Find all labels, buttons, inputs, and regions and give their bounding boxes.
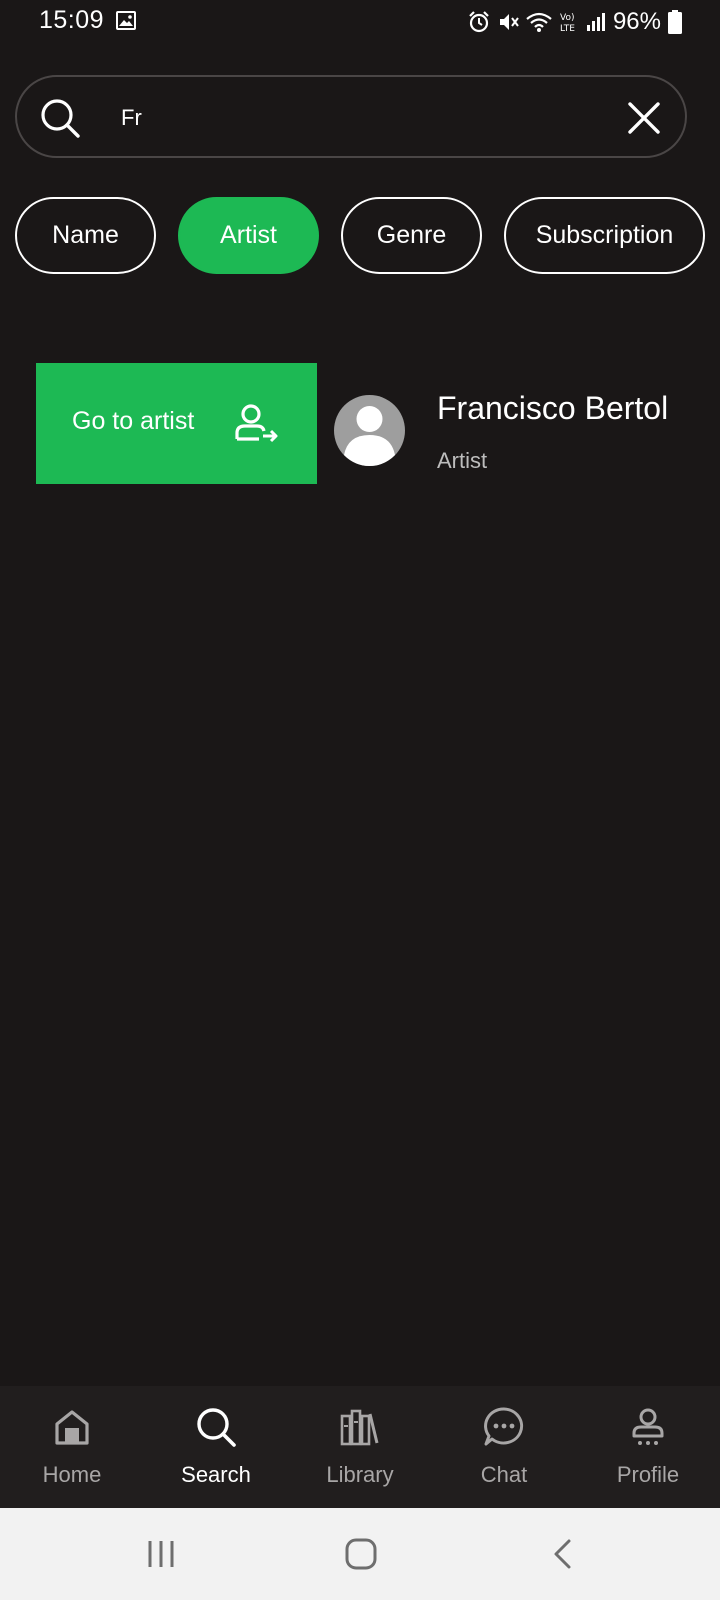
gallery-notification-icon bbox=[116, 11, 136, 30]
nav-label: Home bbox=[42, 1462, 102, 1487]
library-icon bbox=[340, 1409, 379, 1446]
signal-icon bbox=[586, 13, 605, 31]
search-bar bbox=[15, 75, 687, 158]
volte-icon: Vo) LTE bbox=[560, 13, 575, 34]
filter-chip-artist[interactable]: Artist bbox=[178, 197, 319, 274]
nav-item-search[interactable]: Search bbox=[144, 1386, 288, 1508]
result-type: Artist bbox=[437, 448, 488, 473]
battery-icon bbox=[668, 10, 682, 34]
status-icons: Vo) LTE 96% bbox=[468, 6, 682, 38]
home-button-icon[interactable] bbox=[343, 1538, 379, 1570]
nav-label: Profile bbox=[616, 1462, 680, 1487]
filter-chip-label: Genre bbox=[376, 221, 447, 249]
go-to-artist-label: Go to artist bbox=[72, 407, 195, 435]
nav-item-profile[interactable]: Profile bbox=[576, 1386, 720, 1508]
nav-label: Search bbox=[181, 1462, 251, 1487]
svg-text:LTE: LTE bbox=[560, 24, 575, 34]
chat-icon bbox=[484, 1407, 524, 1446]
filter-chip-name[interactable]: Name bbox=[15, 197, 156, 274]
nav-item-home[interactable]: Home bbox=[0, 1386, 144, 1508]
svg-text:Vo): Vo) bbox=[560, 13, 574, 23]
search-icon bbox=[41, 99, 80, 138]
result-name[interactable]: Francisco Bertol bbox=[437, 390, 668, 427]
mute-icon bbox=[499, 14, 519, 30]
go-to-artist-button[interactable]: Go to artist bbox=[36, 363, 317, 484]
alarm-icon bbox=[469, 11, 489, 33]
search-input[interactable] bbox=[119, 95, 623, 141]
wifi-icon bbox=[526, 12, 552, 32]
filter-chip-label: Name bbox=[52, 221, 119, 249]
home-icon bbox=[55, 1410, 89, 1445]
system-nav-bar bbox=[0, 1508, 720, 1600]
battery-percent: 96% bbox=[612, 8, 661, 35]
recent-apps-icon[interactable] bbox=[143, 1538, 179, 1570]
filter-chip-label: Subscription bbox=[535, 221, 674, 249]
filter-chip-subscription[interactable]: Subscription bbox=[504, 197, 705, 274]
back-icon[interactable] bbox=[545, 1538, 581, 1570]
nav-label: Chat bbox=[480, 1462, 528, 1487]
filter-chip-label: Artist bbox=[220, 221, 277, 249]
nav-item-chat[interactable]: Chat bbox=[432, 1386, 576, 1508]
search-screen: 15:09 Vo) LTE 96% Fr Name Artist Genre S… bbox=[0, 0, 720, 1600]
search-icon bbox=[197, 1408, 236, 1447]
bottom-nav: Home Search Library Chat Profile bbox=[0, 1386, 720, 1508]
status-time: 15:09 bbox=[39, 6, 105, 34]
close-icon[interactable] bbox=[625, 99, 663, 137]
status-bar: 15:09 Vo) LTE 96% bbox=[0, 0, 720, 44]
person-arrow-icon bbox=[235, 404, 278, 443]
avatar bbox=[334, 395, 405, 466]
nav-label: Library bbox=[326, 1462, 394, 1487]
profile-icon bbox=[632, 1408, 664, 1445]
filter-chip-genre[interactable]: Genre bbox=[341, 197, 482, 274]
nav-item-library[interactable]: Library bbox=[288, 1386, 432, 1508]
